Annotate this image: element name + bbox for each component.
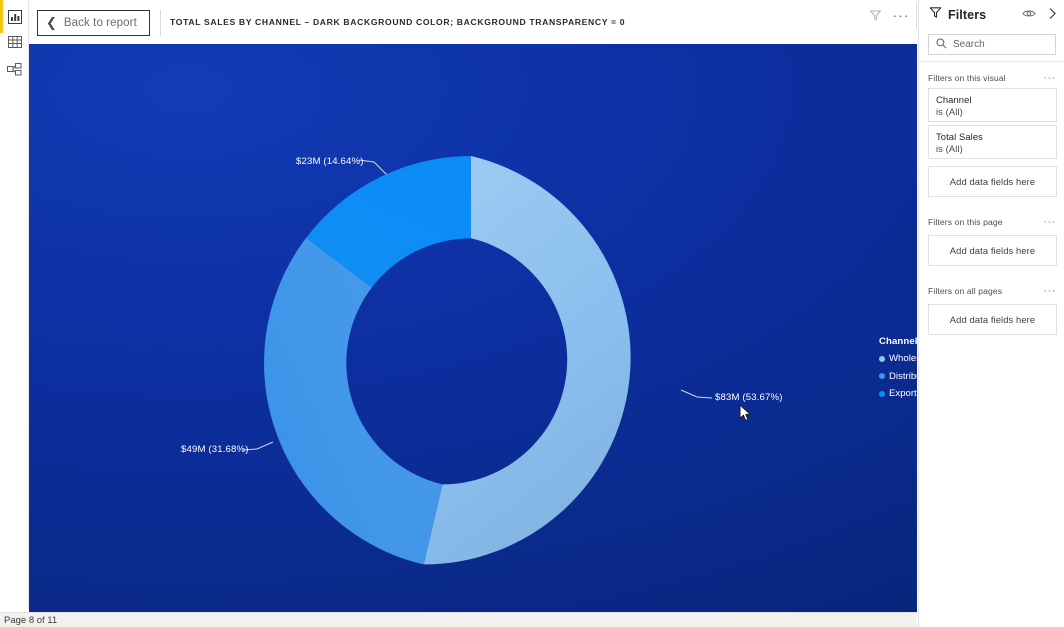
legend-color-swatch (879, 373, 885, 379)
legend-item-export[interactable]: Export (879, 388, 917, 399)
left-nav-rail (0, 0, 29, 610)
filters-section-label: Filters on this visual (928, 73, 1006, 83)
legend-title: Channel (879, 336, 917, 347)
sidebar-item-model-view[interactable] (0, 53, 29, 86)
filters-section-header-all-pages: Filters on all pages ··· (928, 286, 1057, 297)
filters-section-label: Filters on all pages (928, 286, 1003, 296)
visual-title: TOTAL SALES BY CHANNEL – DARK BACKGROUND… (170, 17, 626, 27)
filter-dropzone-label: Add data fields here (949, 245, 1036, 256)
topbar-more-options-button[interactable]: ··· (891, 5, 911, 25)
filter-dropzone-label: Add data fields here (949, 176, 1036, 187)
legend-item-wholesale[interactable]: Wholesale (879, 353, 917, 364)
topbar-right-divider (916, 4, 917, 28)
chart-legend: Channel Wholesale Distributor Export (879, 336, 917, 406)
page-indicator: Page 8 of 11 (4, 614, 58, 626)
table-icon (7, 35, 22, 49)
filters-section-header-visual: Filters on this visual ··· (928, 73, 1057, 84)
status-bar: Page 8 of 11 (0, 612, 917, 627)
filter-card-channel[interactable]: Channel is (All) (928, 88, 1057, 122)
filter-dropzone-label: Add data fields here (949, 314, 1036, 325)
filter-icon (929, 6, 942, 24)
back-to-report-button[interactable]: ❮ Back to report (37, 10, 150, 36)
legend-item-label: Export (889, 388, 917, 399)
filter-icon[interactable] (865, 5, 885, 25)
data-label-export: $23M (14.64%) (296, 156, 364, 167)
filters-pane-header-actions (1022, 6, 1059, 20)
donut-slice-distributor[interactable] (264, 237, 443, 565)
eye-icon[interactable] (1022, 6, 1036, 20)
filters-pane-header: Filters Search (919, 0, 1064, 62)
filters-title-row: Filters (929, 6, 986, 24)
filter-dropzone-all-pages[interactable]: Add data fields here (928, 304, 1057, 335)
bar-chart-icon (7, 9, 22, 24)
donut-chart[interactable] (261, 153, 681, 573)
chevron-right-icon[interactable] (1045, 6, 1059, 20)
model-relationships-icon (7, 62, 22, 77)
power-bi-window: ❮ Back to report TOTAL SALES BY CHANNEL … (0, 0, 1064, 627)
legend-item-label: Wholesale (889, 353, 917, 364)
back-to-report-label: Back to report (63, 17, 137, 29)
filters-section-more-button[interactable]: ··· (1043, 286, 1057, 297)
mouse-cursor-icon (739, 404, 751, 421)
chevron-left-icon: ❮ (46, 15, 57, 31)
filters-pane-title: Filters (948, 8, 987, 22)
report-canvas: $23M (14.64%) $83M (53.67%) $49M (31.68%… (29, 44, 917, 612)
filter-condition: is (All) (936, 106, 963, 117)
search-icon (936, 36, 947, 54)
search-input-value: Search (953, 39, 985, 50)
filters-section-more-button[interactable]: ··· (1043, 73, 1057, 84)
more-options-label: ··· (892, 7, 910, 23)
data-label-distributor: $49M (31.68%) (181, 444, 249, 455)
filter-field-name: Channel (936, 94, 972, 105)
legend-color-swatch (879, 355, 885, 362)
filters-section-header-page: Filters on this page ··· (928, 217, 1057, 228)
topbar-actions: ··· (865, 0, 911, 30)
filters-section-more-button[interactable]: ··· (1043, 217, 1057, 228)
topbar-divider (160, 10, 161, 36)
legend-item-distributor[interactable]: Distributor (879, 371, 917, 382)
legend-color-swatch (879, 390, 885, 397)
filter-card-total-sales[interactable]: Total Sales is (All) (928, 125, 1057, 159)
legend-item-label: Distributor (889, 370, 917, 382)
data-label-wholesale: $83M (53.67%) (715, 392, 783, 403)
filter-field-name: Total Sales (936, 131, 983, 142)
filters-pane: Filters Search Filters on this visual ··… (918, 0, 1064, 627)
filter-dropzone-page[interactable]: Add data fields here (928, 235, 1057, 266)
filter-condition: is (All) (936, 143, 963, 154)
filter-dropzone-visual[interactable]: Add data fields here (928, 166, 1057, 197)
search-input[interactable]: Search (928, 34, 1056, 55)
filters-section-label: Filters on this page (928, 217, 1003, 227)
report-topbar: ❮ Back to report TOTAL SALES BY CHANNEL … (29, 0, 917, 44)
